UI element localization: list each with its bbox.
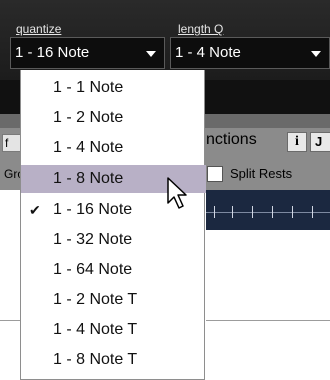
divider [0, 320, 20, 321]
menu-item[interactable]: 1 - 8 Note T [21, 346, 206, 374]
dropdown-arrow-icon [311, 51, 321, 57]
menu-item-label: 1 - 8 Note [53, 170, 124, 187]
length-q-value: 1 - 4 Note [175, 44, 241, 61]
left-button-stub-label: f [5, 136, 9, 150]
menu-item-label: 1 - 2 Note T [53, 291, 138, 308]
ruler-tick [312, 206, 313, 218]
menu-item-label: 1 - 32 Note [53, 231, 133, 248]
toolbar: quantize 1 - 16 Note length Q 1 - 4 Note [0, 0, 330, 80]
menu-item-label: 1 - 2 Note [53, 109, 124, 126]
menu-item-label: 1 - 4 Note T [53, 321, 138, 338]
quantize-value: 1 - 16 Note [15, 44, 90, 61]
j-button[interactable]: J [310, 132, 330, 152]
quantize-dropdown[interactable]: 1 - 16 Note [10, 37, 165, 69]
group-stub: Gro [2, 166, 22, 182]
menu-item-label: 1 - 8 Note T [53, 351, 138, 368]
length-q-label: length Q [178, 22, 224, 36]
menu-item[interactable]: 1 - 4 Note T [21, 316, 206, 344]
menu-item[interactable]: 1 - 1 Note [21, 74, 206, 102]
menu-item[interactable]: 1 - 32 Note [21, 226, 206, 254]
ruler-tick [232, 206, 233, 218]
dropdown-arrow-icon [146, 51, 156, 57]
split-rests-checkbox[interactable] [207, 166, 223, 182]
info-button[interactable]: i [287, 132, 307, 152]
quantize-label: quantize [16, 22, 62, 36]
divider [206, 320, 330, 321]
menu-item-label: 1 - 4 Note [53, 139, 124, 156]
functions-label: nctions [206, 131, 257, 148]
length-q-dropdown[interactable]: 1 - 4 Note [170, 37, 330, 69]
menu-item-label: 1 - 16 Note [53, 201, 133, 218]
ruler-tick [252, 206, 253, 218]
menu-item[interactable]: 1 - 64 Note [21, 256, 206, 284]
mouse-pointer-icon [167, 177, 187, 209]
ruler-tick [272, 206, 273, 218]
menu-item-label: 1 - 64 Note [53, 261, 133, 278]
quantize-menu: 1 - 1 Note 1 - 2 Note 1 - 4 Note 1 - 8 N… [20, 70, 206, 380]
ruler-tick [214, 206, 215, 218]
menu-item-label: 1 - 1 Note [53, 79, 124, 96]
ruler-bar [206, 190, 330, 230]
ruler-tick [292, 206, 293, 218]
menu-item[interactable]: 1 - 4 Note [21, 134, 206, 162]
menu-item[interactable]: 1 - 2 Note T [21, 286, 206, 314]
menu-item[interactable]: 1 - 2 Note [21, 104, 206, 132]
checkmark-icon: ✔ [29, 202, 41, 218]
split-rests-label: Split Rests [230, 166, 293, 181]
